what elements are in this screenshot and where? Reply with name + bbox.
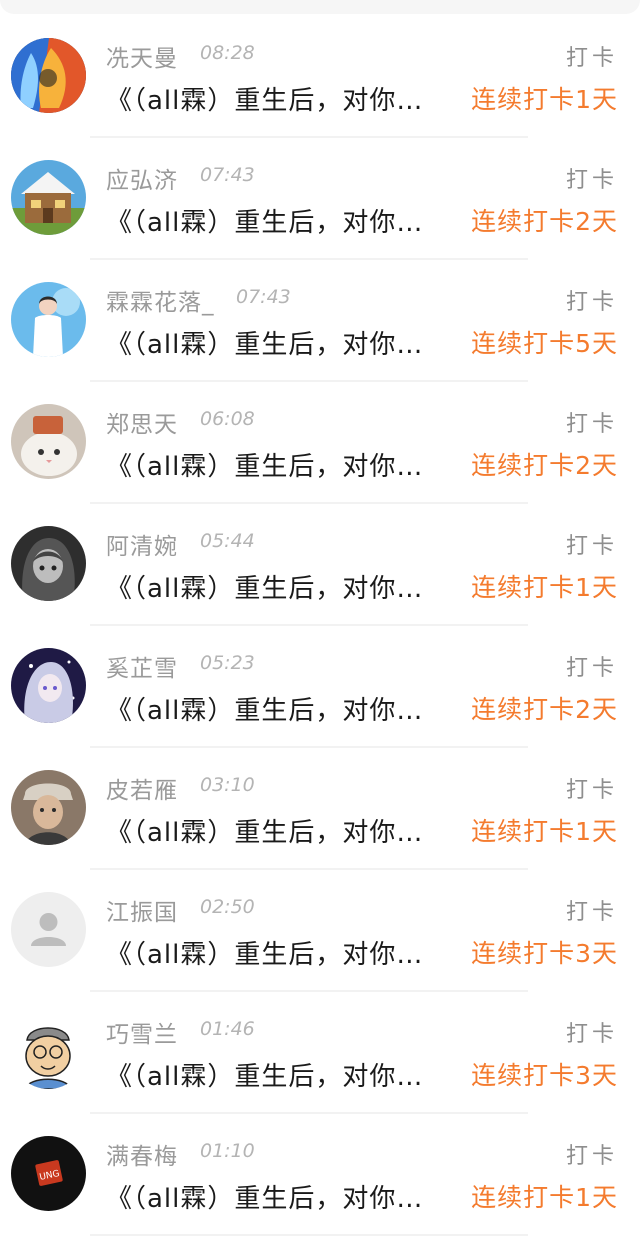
checkin-label: 打卡 [565,900,618,925]
book-title[interactable]: 《（all霖）重生后，对你… [106,446,423,483]
streak-badge: 连续打卡5天 [471,329,618,358]
list-item[interactable]: 奚芷雪 05:23 打卡 《（all霖）重生后，对你… 连续打卡2天 [0,626,640,748]
streak-badge: 连续打卡3天 [471,1061,618,1090]
list-item[interactable]: 冼天曼 08:28 打卡 《（all霖）重生后，对你… 连续打卡1天 [0,16,640,138]
checkin-time: 01:46 [200,1018,255,1040]
book-title[interactable]: 《（all霖）重生后，对你… [106,690,423,727]
checkin-time: 06:08 [200,408,255,430]
streak-badge: 连续打卡2天 [471,207,618,236]
user-name[interactable]: 阿清婉 [106,527,178,561]
streak-badge: 连续打卡1天 [471,817,618,846]
checkin-label: 打卡 [565,168,618,193]
book-title[interactable]: 《（all霖）重生后，对你… [106,812,423,849]
list-item[interactable]: 应弘济 07:43 打卡 《（all霖）重生后，对你… 连续打卡2天 [0,138,640,260]
checkin-time: 07:43 [200,164,255,186]
person-avatar[interactable] [11,282,86,357]
checkin-time: 01:10 [200,1140,255,1162]
book-title[interactable]: 《（all霖）重生后，对你… [106,202,423,239]
checkin-time: 02:50 [200,896,255,918]
book-title[interactable]: 《（all霖）重生后，对你… [106,934,423,971]
streak-badge: 连续打卡3天 [471,939,618,968]
default-user-avatar[interactable] [11,892,86,967]
user-name[interactable]: 皮若雁 [106,771,178,805]
user-name[interactable]: 郑思天 [106,405,178,439]
fire-ice-avatar[interactable] [11,38,86,113]
logo-avatar[interactable]: UNG [11,1136,86,1211]
checkin-time: 03:10 [200,774,255,796]
cartoon-man-avatar[interactable] [11,1014,86,1089]
man-avatar[interactable] [11,770,86,845]
checkin-list: 冼天曼 08:28 打卡 《（all霖）重生后，对你… 连续打卡1天 应弘济 0… [0,16,640,1236]
list-item[interactable]: 阿清婉 05:44 打卡 《（all霖）重生后，对你… 连续打卡1天 [0,504,640,626]
user-name[interactable]: 巧雪兰 [106,1015,178,1049]
checkin-label: 打卡 [565,46,618,71]
checkin-time: 05:44 [200,530,255,552]
streak-badge: 连续打卡2天 [471,695,618,724]
cat-avatar[interactable] [11,404,86,479]
checkin-time: 05:23 [200,652,255,674]
user-name[interactable]: 冼天曼 [106,39,178,73]
anime-girl-avatar[interactable] [11,648,86,723]
user-name[interactable]: 江振国 [106,893,178,927]
user-name[interactable]: 应弘济 [106,161,178,195]
list-item[interactable]: 巧雪兰 01:46 打卡 《（all霖）重生后，对你… 连续打卡3天 [0,992,640,1114]
book-title[interactable]: 《（all霖）重生后，对你… [106,80,423,117]
checkin-label: 打卡 [565,778,618,803]
book-title[interactable]: 《（all霖）重生后，对你… [106,324,423,361]
house-avatar[interactable] [11,160,86,235]
checkin-label: 打卡 [565,1144,618,1169]
checkin-label: 打卡 [565,534,618,559]
user-name[interactable]: 满春梅 [106,1137,178,1171]
book-title[interactable]: 《（all霖）重生后，对你… [106,1056,423,1093]
checkin-label: 打卡 [565,656,618,681]
user-name[interactable]: 奚芷雪 [106,649,178,683]
anime-girl-avatar[interactable] [11,526,86,601]
checkin-label: 打卡 [565,412,618,437]
list-item[interactable]: 郑思天 06:08 打卡 《（all霖）重生后，对你… 连续打卡2天 [0,382,640,504]
checkin-time: 08:28 [200,42,255,64]
previous-card-edge [0,0,640,14]
list-item[interactable]: 霖霖花落_ 07:43 打卡 《（all霖）重生后，对你… 连续打卡5天 [0,260,640,382]
book-title[interactable]: 《（all霖）重生后，对你… [106,1178,423,1215]
checkin-label: 打卡 [565,1022,618,1047]
streak-badge: 连续打卡1天 [471,573,618,602]
streak-badge: 连续打卡1天 [471,1183,618,1212]
streak-badge: 连续打卡2天 [471,451,618,480]
checkin-label: 打卡 [565,290,618,315]
streak-badge: 连续打卡1天 [471,85,618,114]
book-title[interactable]: 《（all霖）重生后，对你… [106,568,423,605]
list-item[interactable]: 江振国 02:50 打卡 《（all霖）重生后，对你… 连续打卡3天 [0,870,640,992]
user-name[interactable]: 霖霖花落_ [106,283,215,317]
checkin-time: 07:43 [236,286,291,308]
row-divider [90,1234,528,1236]
list-item[interactable]: UNG 满春梅 01:10 打卡 《（all霖）重生后，对你… 连续打卡1天 [0,1114,640,1236]
list-item[interactable]: 皮若雁 03:10 打卡 《（all霖）重生后，对你… 连续打卡1天 [0,748,640,870]
